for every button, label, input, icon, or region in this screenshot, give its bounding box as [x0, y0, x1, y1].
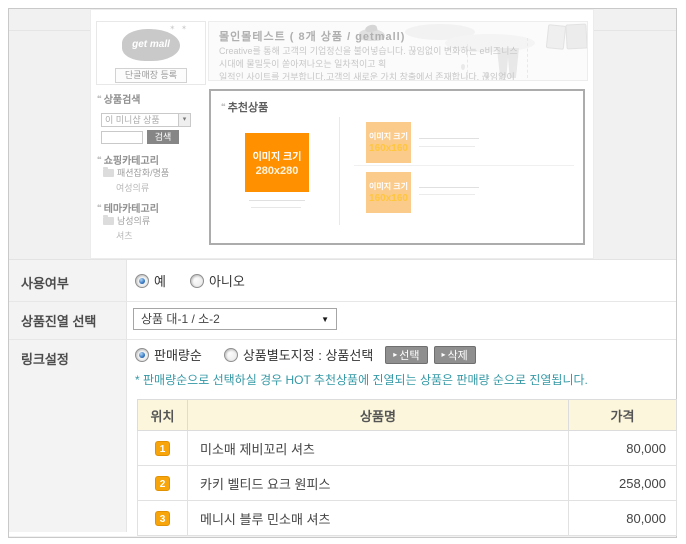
theme-category-title: ❝테마카테고리	[97, 200, 159, 215]
text-placeholder-line	[249, 200, 305, 201]
category-womens-clothing[interactable]: 여성의류	[116, 181, 149, 194]
product-price-cell: 80,000	[569, 431, 677, 466]
link-setting-options: 판매량순 상품별도지정 : 상품선택 ▸선택 ▸삭제	[135, 345, 476, 364]
big-image-placeholder: 이미지 크기 280x280	[245, 133, 309, 192]
link-setting-label: 링크설정	[21, 349, 69, 368]
display-order-value: 상품 대-1 / 소-2	[141, 312, 220, 326]
dashed-line	[527, 38, 528, 78]
product-table: 위치 상품명 가격 1 미소매 제비꼬리 셔츠 80,000 2 카키 벨티드 …	[137, 399, 677, 536]
recommended-products-settings-page: ✶ ✶ get mall 단골매장 등록 몰인몰테스트 ( 8개 상품 / ge…	[0, 0, 686, 544]
sales-order-radio[interactable]	[135, 348, 149, 362]
section-bullet-icon: ❝	[221, 102, 226, 111]
small-image-placeholder-1: 이미지 크기 160x160	[366, 122, 411, 163]
minishop-header-banner: 몰인몰테스트 ( 8개 상품 / getmall) Creative를 통해 고…	[208, 21, 588, 81]
small-image-size: 160x160	[369, 143, 408, 154]
minishop-preview: ✶ ✶ get mall 단골매장 등록 몰인몰테스트 ( 8개 상품 / ge…	[90, 9, 594, 259]
shop-description-line2: 일적인 사이트를 거부합니다.고객의 새로운 가치 창출에서 존재합니다. 끊임…	[219, 72, 515, 81]
category-fashion-accessories[interactable]: 패션잡화/명품	[103, 166, 169, 179]
sales-order-note: * 판매량순으로 선택하실 경우 HOT 추천상품에 진열되는 상품은 판매량 …	[135, 371, 588, 388]
display-order-select[interactable]: 상품 대-1 / 소-2 ▼	[133, 308, 337, 330]
chevron-down-icon: ▼	[321, 315, 329, 325]
product-price-cell: 258,000	[569, 466, 677, 501]
section-bullet-icon: ❝	[97, 94, 102, 103]
small-image-label: 이미지 크기	[369, 181, 408, 192]
vertical-divider	[339, 117, 340, 225]
minishop-search-button[interactable]: 검색	[147, 130, 179, 144]
section-bullet-icon: ❝	[97, 155, 102, 164]
position-badge-1: 1	[155, 441, 170, 456]
shop-title: 몰인몰테스트 ( 8개 상품 / getmall)	[219, 28, 405, 44]
use-status-label: 사용여부	[21, 273, 69, 292]
text-placeholder-line	[419, 146, 475, 147]
custom-select-label[interactable]: 상품별도지정 : 상품선택	[243, 345, 373, 364]
shopping-category-title: ❝쇼핑카테고리	[97, 152, 159, 167]
product-name-cell: 메니시 블루 민소매 셔츠	[188, 501, 569, 536]
folder-icon	[103, 169, 114, 177]
shop-description: Creative를 통해 고객의 기업정신을 불어넣습니다. 끊임없이 변화하는…	[219, 45, 519, 81]
folder-icon	[103, 217, 114, 225]
minishop-logo-panel: ✶ ✶ get mall 단골매장 등록	[96, 21, 206, 85]
small-image-placeholder-2: 이미지 크기 160x160	[366, 172, 411, 213]
product-name-cell: 카키 벨티드 요크 원피스	[188, 466, 569, 501]
name-header: 상품명	[188, 400, 569, 431]
text-placeholder-line	[419, 187, 479, 188]
table-row: 1 미소매 제비꼬리 셔츠 80,000	[138, 431, 677, 466]
big-image-label: 이미지 크기	[253, 148, 302, 163]
row-divider	[9, 339, 676, 340]
getmall-logo: get mall	[122, 29, 180, 61]
table-row: 2 카키 벨티드 요크 원피스 258,000	[138, 466, 677, 501]
position-cell: 1	[138, 431, 188, 466]
display-order-label: 상품진열 선택	[21, 311, 96, 330]
text-placeholder-line	[419, 194, 475, 195]
register-favorite-shop-button[interactable]: 단골매장 등록	[115, 68, 187, 83]
minishop-search-scope-select[interactable]: 이 미니샵 상품 ▾	[101, 113, 191, 127]
position-badge-3: 3	[155, 511, 170, 526]
recommended-products-panel: ❝추천상품 이미지 크기 280x280 이미지 크기 160x160 이미지 …	[209, 89, 585, 245]
position-badge-2: 2	[155, 476, 170, 491]
product-price-cell: 80,000	[569, 501, 677, 536]
big-image-size: 280x280	[256, 165, 299, 177]
small-image-size: 160x160	[369, 193, 408, 204]
product-search-title: ❝상품검색	[97, 91, 141, 106]
position-header: 위치	[138, 400, 188, 431]
category-shirts[interactable]: 셔츠	[116, 229, 133, 242]
shop-description-line1: Creative를 통해 고객의 기업정신을 불어넣습니다. 끊임없이 변화하는…	[219, 46, 518, 69]
table-row: 3 메니시 블루 민소매 셔츠 80,000	[138, 501, 677, 536]
text-placeholder-line	[419, 138, 479, 139]
custom-select-radio[interactable]	[224, 348, 238, 362]
price-header: 가격	[569, 400, 677, 431]
recommended-products-title: ❝추천상품	[221, 99, 268, 115]
use-yes-radio[interactable]	[135, 274, 149, 288]
position-cell: 3	[138, 501, 188, 536]
delete-products-button[interactable]: ▸삭제	[434, 346, 476, 364]
use-yes-label[interactable]: 예	[154, 271, 166, 290]
arrow-right-icon: ▸	[393, 350, 397, 359]
section-bullet-icon: ❝	[97, 203, 102, 212]
hanging-shirt-icon	[565, 23, 587, 49]
hanging-dress-icon	[546, 24, 566, 50]
table-header-row: 위치 상품명 가격	[138, 400, 677, 431]
chevron-down-icon[interactable]: ▾	[178, 114, 190, 126]
settings-form: 사용여부 예 아니오 상품진열 선택 상품 대-1 / 소-2 ▼ 링크설정 판…	[9, 259, 676, 536]
use-no-label[interactable]: 아니오	[209, 271, 245, 290]
logo-stars-icon: ✶ ✶	[169, 24, 189, 32]
select-products-button[interactable]: ▸선택	[385, 346, 427, 364]
position-cell: 2	[138, 466, 188, 501]
text-placeholder-line	[251, 207, 301, 208]
minishop-search-input[interactable]	[101, 131, 143, 144]
use-no-radio[interactable]	[190, 274, 204, 288]
horizontal-divider	[354, 165, 574, 166]
row-divider	[9, 301, 676, 302]
category-mens-clothing[interactable]: 남성의류	[103, 214, 150, 227]
arrow-right-icon: ▸	[442, 350, 446, 359]
small-image-label: 이미지 크기	[369, 131, 408, 142]
use-status-options: 예 아니오	[135, 271, 245, 290]
sales-order-label[interactable]: 판매량순	[154, 345, 202, 364]
search-scope-value: 이 미니샵 상품	[105, 115, 160, 125]
product-name-cell: 미소매 제비꼬리 셔츠	[188, 431, 569, 466]
